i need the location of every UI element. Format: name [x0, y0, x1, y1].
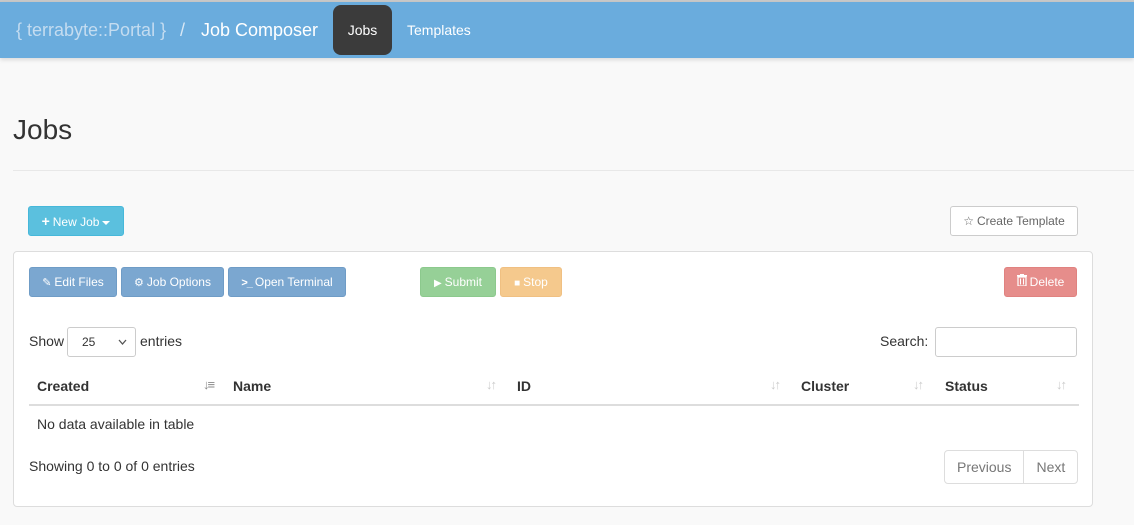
stop-button[interactable]: ■ Stop	[500, 267, 562, 297]
chevron-down-icon	[118, 328, 127, 368]
new-job-label: New Job	[52, 215, 100, 229]
sort-desc-icon[interactable]: ↓≡	[203, 377, 215, 392]
nav-item-templates[interactable]: Templates	[393, 5, 485, 55]
column-header-name[interactable]: Name	[233, 378, 271, 394]
gear-icon: ⚙	[134, 277, 144, 289]
pagination: Previous Next	[944, 450, 1079, 484]
plus-icon: +	[41, 213, 50, 229]
entries-per-page-select[interactable]: 25	[67, 327, 136, 357]
sort-icon[interactable]: ↓↑	[913, 377, 924, 392]
terminal-icon: >_	[241, 277, 253, 289]
column-header-cluster[interactable]: Cluster	[801, 378, 849, 394]
breadcrumb-separator: /	[180, 20, 186, 40]
delete-label: Delete	[1029, 275, 1065, 289]
previous-page-button[interactable]: Previous	[945, 451, 1023, 483]
open-terminal-label: Open Terminal	[254, 275, 333, 289]
column-header-created[interactable]: Created	[37, 378, 89, 394]
navbar: { terrabyte::Portal } / Job Composer Job…	[0, 2, 1134, 58]
brand-link[interactable]: { terrabyte::Portal }	[16, 2, 166, 58]
column-header-status[interactable]: Status	[945, 378, 988, 394]
submit-label: Submit	[444, 275, 483, 289]
entries-label: entries	[140, 333, 183, 349]
entries-per-page-value: 25	[82, 335, 96, 349]
play-icon: ▶	[433, 278, 442, 289]
next-page-button[interactable]: Next	[1023, 451, 1077, 483]
edit-icon: ✎	[42, 277, 52, 289]
table-header-divider	[29, 404, 1079, 406]
empty-table-message: No data available in table	[37, 416, 195, 432]
page-title: Jobs	[13, 114, 73, 145]
column-header-id[interactable]: ID	[517, 378, 531, 394]
stop-label: Stop	[523, 275, 548, 289]
trash-icon	[1016, 269, 1027, 297]
new-job-button[interactable]: + New Job	[28, 206, 124, 236]
job-options-label: Job Options	[146, 275, 211, 289]
table-info: Showing 0 to 0 of 0 entries	[29, 458, 195, 474]
search-label: Search:	[880, 333, 929, 349]
star-icon: ☆	[963, 214, 974, 228]
sort-icon[interactable]: ↓↑	[486, 377, 497, 392]
delete-button[interactable]: Delete	[1004, 267, 1077, 297]
divider	[13, 170, 1134, 171]
sort-icon[interactable]: ↓↑	[1056, 377, 1067, 392]
sort-icon[interactable]: ↓↑	[770, 377, 781, 392]
stop-icon: ■	[514, 278, 521, 289]
create-template-label: Create Template	[976, 214, 1065, 228]
edit-files-button[interactable]: ✎ Edit Files	[29, 267, 117, 297]
nav-item-jobs[interactable]: Jobs	[333, 5, 392, 55]
caret-down-icon	[102, 220, 111, 225]
app-title[interactable]: Job Composer	[201, 2, 318, 58]
search-input[interactable]	[935, 327, 1077, 357]
open-terminal-button[interactable]: >_ Open Terminal	[228, 267, 346, 297]
edit-files-label: Edit Files	[54, 275, 104, 289]
create-template-button[interactable]: ☆ Create Template	[950, 206, 1078, 236]
submit-button[interactable]: ▶ Submit	[420, 267, 496, 297]
show-label: Show	[29, 333, 65, 349]
job-options-button[interactable]: ⚙ Job Options	[121, 267, 224, 297]
